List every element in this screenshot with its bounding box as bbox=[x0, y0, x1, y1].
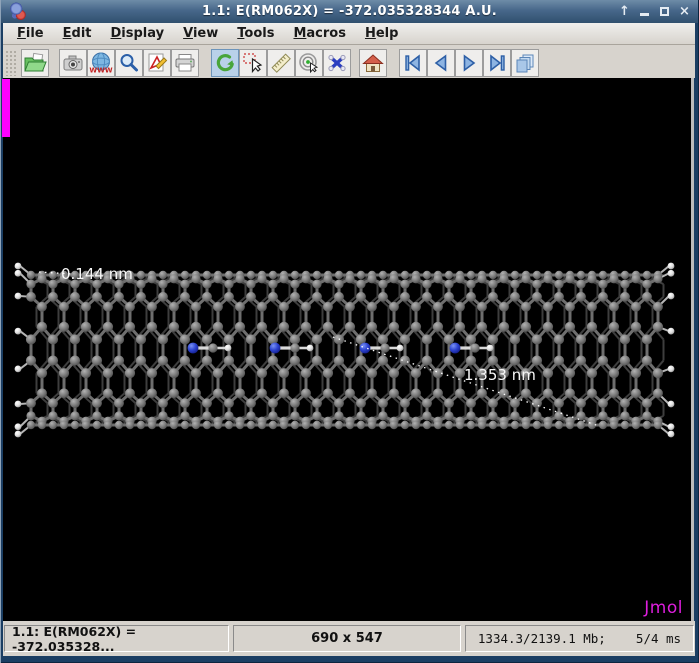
export-image-button[interactable] bbox=[59, 49, 87, 77]
first-frame-button[interactable] bbox=[399, 49, 427, 77]
menu-macros[interactable]: Macros bbox=[285, 24, 354, 43]
open-file-button[interactable] bbox=[21, 49, 49, 77]
jmol-watermark: Jmol bbox=[644, 598, 683, 618]
open-folder-icon bbox=[23, 51, 47, 75]
export-web-button[interactable]: WWW bbox=[87, 49, 115, 77]
window-controls: ↑ × bbox=[618, 0, 691, 23]
ruler-icon bbox=[269, 51, 293, 75]
progress-strip bbox=[2, 79, 10, 137]
render-search-button[interactable] bbox=[115, 49, 143, 77]
print-button[interactable] bbox=[171, 49, 199, 77]
menu-edit[interactable]: Edit bbox=[55, 24, 100, 43]
home-icon bbox=[361, 51, 385, 75]
minimize-button[interactable] bbox=[638, 4, 651, 19]
toolbar-grip[interactable] bbox=[5, 50, 17, 76]
measurement-label-2: 1.353 nm bbox=[464, 366, 536, 384]
recenter-button[interactable] bbox=[295, 49, 323, 77]
atom-bonds-button[interactable] bbox=[323, 49, 351, 77]
printer-icon bbox=[173, 51, 197, 75]
web-globe-icon: WWW bbox=[89, 51, 113, 75]
script-editor-icon bbox=[145, 51, 169, 75]
status-dimensions: 690 x 547 bbox=[233, 625, 461, 652]
maximize-icon bbox=[660, 7, 669, 16]
shade-button[interactable]: ↑ bbox=[618, 4, 631, 19]
home-button[interactable] bbox=[359, 49, 387, 77]
status-memory: 1334.3/2139.1 Mb; 5/4 ms bbox=[465, 625, 694, 652]
measurement-label-1: 0.144 nm bbox=[61, 265, 133, 283]
nanotube-model: 0.144 nm 1.353 nm bbox=[3, 78, 691, 621]
rotate-button[interactable] bbox=[211, 49, 239, 77]
previous-frame-button[interactable] bbox=[427, 49, 455, 77]
select-cursor-icon bbox=[241, 51, 265, 75]
camera-icon bbox=[61, 51, 85, 75]
script-editor-button[interactable] bbox=[143, 49, 171, 77]
maximize-button[interactable] bbox=[658, 4, 671, 19]
statusbar: 1.1: E(RM062X) = -372.035328... 690 x 54… bbox=[3, 621, 695, 656]
status-model-energy: 1.1: E(RM062X) = -372.035328... bbox=[4, 625, 229, 652]
select-button[interactable] bbox=[239, 49, 267, 77]
next-frame-icon bbox=[457, 51, 481, 75]
jmol-window: 1.1: E(RM062X) = -372.035328344 A.U. ↑ ×… bbox=[0, 0, 699, 663]
menubar: File Edit Display View Tools Macros Help bbox=[3, 23, 695, 45]
minimize-icon bbox=[640, 13, 649, 16]
close-button[interactable]: × bbox=[678, 4, 691, 19]
next-frame-button[interactable] bbox=[455, 49, 483, 77]
target-cursor-icon bbox=[297, 51, 321, 75]
menu-view[interactable]: View bbox=[175, 24, 226, 43]
menu-file[interactable]: File bbox=[9, 24, 52, 43]
atom-bonds-icon bbox=[325, 51, 349, 75]
measure-button[interactable] bbox=[267, 49, 295, 77]
titlebar: 1.1: E(RM062X) = -372.035328344 A.U. ↑ × bbox=[1, 0, 698, 23]
last-frame-button[interactable] bbox=[483, 49, 511, 77]
previous-frame-icon bbox=[429, 51, 453, 75]
menu-display[interactable]: Display bbox=[103, 24, 173, 43]
magnifier-icon bbox=[117, 51, 141, 75]
viewport-3d[interactable]: 0.144 nm 1.353 nm Jmol bbox=[3, 78, 694, 621]
last-frame-icon bbox=[485, 51, 509, 75]
svg-text:WWW: WWW bbox=[89, 66, 112, 74]
menu-tools[interactable]: Tools bbox=[229, 24, 282, 43]
animation-frames-button[interactable] bbox=[511, 49, 539, 77]
menu-help[interactable]: Help bbox=[357, 24, 406, 43]
first-frame-icon bbox=[401, 51, 425, 75]
jmol-app-icon bbox=[9, 2, 28, 21]
animation-frames-icon bbox=[513, 51, 537, 75]
toolbar: WWW bbox=[3, 45, 695, 78]
window-title: 1.1: E(RM062X) = -372.035328344 A.U. bbox=[1, 4, 698, 19]
rotate-icon bbox=[213, 51, 237, 75]
